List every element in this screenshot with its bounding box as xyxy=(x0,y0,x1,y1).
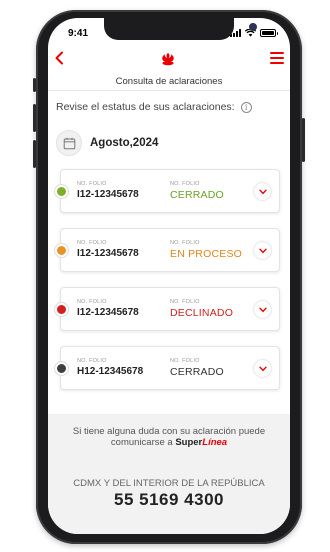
camera-icon xyxy=(249,23,257,31)
superlinea-super[interactable]: Super xyxy=(175,437,202,448)
status-dot xyxy=(55,185,68,198)
folio-number: H12-12345678 xyxy=(77,366,144,377)
power-button xyxy=(302,118,305,162)
calendar-icon xyxy=(63,137,75,149)
help-line-2: comunicarse a xyxy=(110,437,173,448)
help-footer: Si tiene alguna duda con su aclaración p… xyxy=(48,414,290,534)
folio-label: NO. FOLIO xyxy=(77,240,107,246)
estado-label: NO. FOLIO xyxy=(170,181,200,187)
aclaracion-card[interactable]: NO. FOLIO H12-12345678 NO. FOLIO CERRADO xyxy=(55,346,280,390)
region-label: CDMX Y DEL INTERIOR DE LA REPÚBLICA xyxy=(73,478,265,489)
folio-label: NO. FOLIO xyxy=(77,358,107,364)
help-text: Si tiene alguna duda con su aclaración p… xyxy=(48,426,290,448)
expand-button[interactable] xyxy=(254,183,271,200)
expand-button[interactable] xyxy=(254,360,271,377)
estado-column: NO. FOLIO EN PROCESO xyxy=(170,240,242,260)
status-time: 9:41 xyxy=(68,28,89,39)
selected-date: Agosto,2024 xyxy=(90,137,159,149)
info-icon[interactable]: i xyxy=(240,101,252,113)
santander-flame-logo xyxy=(162,52,174,66)
expand-button[interactable] xyxy=(254,242,271,259)
phone-notch xyxy=(104,18,257,40)
estado-column: NO. FOLIO CERRADO xyxy=(170,181,224,201)
aclaracion-card[interactable]: NO. FOLIO I12-12345678 NO. FOLIO EN PROC… xyxy=(55,228,280,272)
battery-icon xyxy=(260,29,278,37)
chevron-down-icon xyxy=(258,189,267,194)
app-screen: 9:41 Consulta de aclaraciones Revise el … xyxy=(48,18,290,534)
estado-value: EN PROCESO xyxy=(170,248,243,260)
estado-column: NO. FOLIO CERRADO xyxy=(170,358,224,378)
help-line-1: Si tiene alguna duda con su aclaración p… xyxy=(72,426,266,437)
date-filter[interactable]: Agosto,2024 xyxy=(56,130,158,156)
support-phone-number[interactable]: 55 5169 4300 xyxy=(48,490,290,510)
folio-column: NO. FOLIO H12-12345678 xyxy=(77,358,143,377)
app-header xyxy=(48,48,290,70)
superlinea-linea[interactable]: Línea xyxy=(202,437,227,448)
status-dot xyxy=(55,303,68,316)
folio-column: NO. FOLIO I12-12345678 xyxy=(77,299,139,318)
estado-value: DECLINADO xyxy=(170,307,234,319)
estado-label: NO. FOLIO xyxy=(170,358,200,364)
chevron-down-icon xyxy=(258,366,267,371)
estado-value: CERRADO xyxy=(170,366,224,378)
volume-down-button xyxy=(33,140,36,168)
estado-label: NO. FOLIO xyxy=(170,240,200,246)
header-divider xyxy=(48,90,290,91)
page-subtitle: Consulta de aclaraciones xyxy=(115,76,223,87)
intro-row: Revise el estatus de sus aclaraciones: i xyxy=(56,101,252,113)
status-dot xyxy=(55,362,68,375)
folio-label: NO. FOLIO xyxy=(77,299,107,305)
estado-column: NO. FOLIO DECLINADO xyxy=(170,299,233,319)
aclaracion-card[interactable]: NO. FOLIO I12-12345678 NO. FOLIO CERRADO xyxy=(55,169,280,213)
estado-label: NO. FOLIO xyxy=(170,299,200,305)
back-arrow-icon[interactable] xyxy=(52,50,68,66)
folio-label: NO. FOLIO xyxy=(77,181,107,187)
folio-number: I12-12345678 xyxy=(77,189,139,200)
calendar-button[interactable] xyxy=(56,130,82,156)
volume-up-button xyxy=(33,104,36,132)
aclaracion-card[interactable]: NO. FOLIO I12-12345678 NO. FOLIO DECLINA… xyxy=(55,287,280,331)
mute-switch xyxy=(33,78,36,92)
folio-column: NO. FOLIO I12-12345678 xyxy=(77,181,139,200)
chevron-down-icon xyxy=(258,307,267,312)
folio-number: I12-12345678 xyxy=(77,248,139,259)
estado-value: CERRADO xyxy=(170,189,224,201)
hamburger-menu-icon[interactable] xyxy=(270,51,284,65)
intro-text: Revise el estatus de sus aclaraciones: xyxy=(56,101,235,113)
expand-button[interactable] xyxy=(254,301,271,318)
chevron-down-icon xyxy=(258,248,267,253)
folio-number: I12-12345678 xyxy=(77,307,139,318)
folio-column: NO. FOLIO I12-12345678 xyxy=(77,240,139,259)
status-dot xyxy=(55,244,68,257)
